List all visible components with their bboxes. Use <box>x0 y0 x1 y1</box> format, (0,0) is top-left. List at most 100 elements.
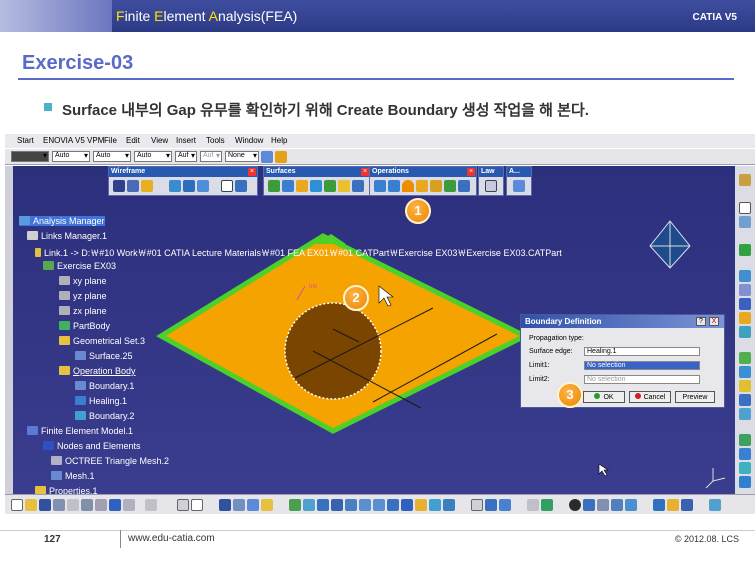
tree-healing[interactable]: Healing.1 <box>75 396 127 406</box>
tool-icon[interactable] <box>471 499 483 511</box>
tool-icon[interactable] <box>261 499 273 511</box>
menu-file[interactable]: File <box>104 136 117 145</box>
open-icon[interactable] <box>25 499 37 511</box>
tool-icon[interactable] <box>485 499 497 511</box>
tree-operation-body[interactable]: Operation Body <box>59 366 136 376</box>
ok-button[interactable]: OK <box>583 391 625 403</box>
tree-boundary-2[interactable]: Boundary.2 <box>75 411 134 421</box>
tool-icon[interactable] <box>739 270 751 282</box>
lineweight-combo[interactable]: Auto <box>134 151 172 162</box>
tool-icon[interactable] <box>739 174 751 186</box>
tree-partbody[interactable]: PartBody <box>59 321 110 331</box>
tool-icon[interactable] <box>739 448 751 460</box>
what-is-icon[interactable] <box>145 499 157 511</box>
help-button[interactable]: ? <box>696 317 706 326</box>
linetype-combo[interactable]: Auto <box>93 151 131 162</box>
new-icon[interactable] <box>11 499 23 511</box>
menu-window[interactable]: Window <box>235 136 263 145</box>
fit-all-icon[interactable] <box>317 499 329 511</box>
formula-icon[interactable] <box>177 499 189 511</box>
brush-icon[interactable] <box>275 151 287 163</box>
painter-icon[interactable] <box>261 151 273 163</box>
catalog-icon[interactable] <box>219 499 231 511</box>
tree-boundary-1[interactable]: Boundary.1 <box>75 381 134 391</box>
surface-edge-field[interactable]: Healing.1 <box>584 347 700 356</box>
pan-icon[interactable] <box>331 499 343 511</box>
menu-view[interactable]: View <box>151 136 168 145</box>
limit1-field[interactable]: No selection <box>584 361 700 370</box>
tool-icon[interactable] <box>739 380 751 392</box>
tree-yz-plane[interactable]: yz plane <box>59 291 107 301</box>
tool-icon[interactable] <box>233 499 245 511</box>
menu-help[interactable]: Help <box>271 136 287 145</box>
tree-mesh[interactable]: Mesh.1 <box>51 471 95 481</box>
tool-icon[interactable] <box>739 244 751 256</box>
paste-icon[interactable] <box>95 499 107 511</box>
tree-properties[interactable]: Properties.1 <box>35 486 98 494</box>
tree-analysis-manager[interactable]: Analysis Manager <box>19 216 105 226</box>
none-combo[interactable]: None <box>225 151 259 162</box>
tool-icon[interactable] <box>569 499 581 511</box>
tree-geometrical-set[interactable]: Geometrical Set.3 <box>59 336 145 346</box>
save-icon[interactable] <box>39 499 51 511</box>
tool-icon[interactable] <box>739 394 751 406</box>
tool-icon[interactable] <box>739 326 751 338</box>
tool-icon[interactable] <box>289 499 301 511</box>
tool-icon[interactable] <box>247 499 259 511</box>
zoom-out-icon[interactable] <box>373 499 385 511</box>
tree-link[interactable]: Link.1 -> D:￦#10 Work￦#01 CATIA Lecture … <box>35 246 562 259</box>
tool-icon[interactable] <box>739 366 751 378</box>
swap-icon[interactable] <box>443 499 455 511</box>
redo-icon[interactable] <box>123 499 135 511</box>
zoom-in-icon[interactable] <box>359 499 371 511</box>
print-icon[interactable] <box>53 499 65 511</box>
tool-icon[interactable] <box>739 476 751 488</box>
select-icon[interactable] <box>739 202 751 214</box>
tree-exercise-part[interactable]: Exercise EX03 <box>43 261 116 271</box>
menu-edit[interactable]: Edit <box>126 136 140 145</box>
tree-surface[interactable]: Surface.25 <box>75 351 133 361</box>
transparency-combo[interactable]: Auto <box>52 151 90 162</box>
layer-combo[interactable]: Auf <box>200 151 222 162</box>
tree-xy-plane[interactable]: xy plane <box>59 276 107 286</box>
copy-icon[interactable] <box>81 499 93 511</box>
tool-icon[interactable] <box>739 312 751 324</box>
tool-icon[interactable] <box>739 462 751 474</box>
tool-icon[interactable] <box>739 434 751 446</box>
iso-view-icon[interactable] <box>401 499 413 511</box>
shading-icon[interactable] <box>415 499 427 511</box>
tool-icon[interactable] <box>611 499 623 511</box>
comment-icon[interactable] <box>191 499 203 511</box>
limit2-field[interactable]: No selection <box>584 375 700 384</box>
tool-icon[interactable] <box>541 499 553 511</box>
tree-finite-element-model[interactable]: Finite Element Model.1 <box>27 426 133 436</box>
hide-show-icon[interactable] <box>429 499 441 511</box>
tool-icon[interactable] <box>681 499 693 511</box>
cancel-button[interactable]: Cancel <box>629 391 671 403</box>
close-button[interactable]: X <box>709 317 719 326</box>
point-combo[interactable]: Auf <box>175 151 197 162</box>
tool-icon[interactable] <box>739 298 751 310</box>
tool-icon[interactable] <box>499 499 511 511</box>
tree-nodes-elements[interactable]: Nodes and Elements <box>43 441 141 451</box>
tool-icon[interactable] <box>625 499 637 511</box>
tree-octree-mesh[interactable]: OCTREE Triangle Mesh.2 <box>51 456 169 466</box>
normal-view-icon[interactable] <box>387 499 399 511</box>
tool-icon[interactable] <box>739 408 751 420</box>
menu-tools[interactable]: Tools <box>206 136 225 145</box>
tree-zx-plane[interactable]: zx plane <box>59 306 107 316</box>
tool-icon[interactable] <box>739 284 751 296</box>
menu-insert[interactable]: Insert <box>176 136 196 145</box>
color-combo[interactable] <box>11 151 49 162</box>
tool-icon[interactable] <box>739 352 751 364</box>
tree-links-manager[interactable]: Links Manager.1 <box>27 231 107 241</box>
cut-icon[interactable] <box>67 499 79 511</box>
tool-icon[interactable] <box>597 499 609 511</box>
tool-icon[interactable] <box>709 499 721 511</box>
menu-start[interactable]: Start <box>17 136 34 145</box>
tool-icon[interactable] <box>583 499 595 511</box>
undo-icon[interactable] <box>109 499 121 511</box>
tool-icon[interactable] <box>667 499 679 511</box>
menu-enovia[interactable]: ENOVIA V5 VPM <box>43 136 104 145</box>
rotate-icon[interactable] <box>345 499 357 511</box>
